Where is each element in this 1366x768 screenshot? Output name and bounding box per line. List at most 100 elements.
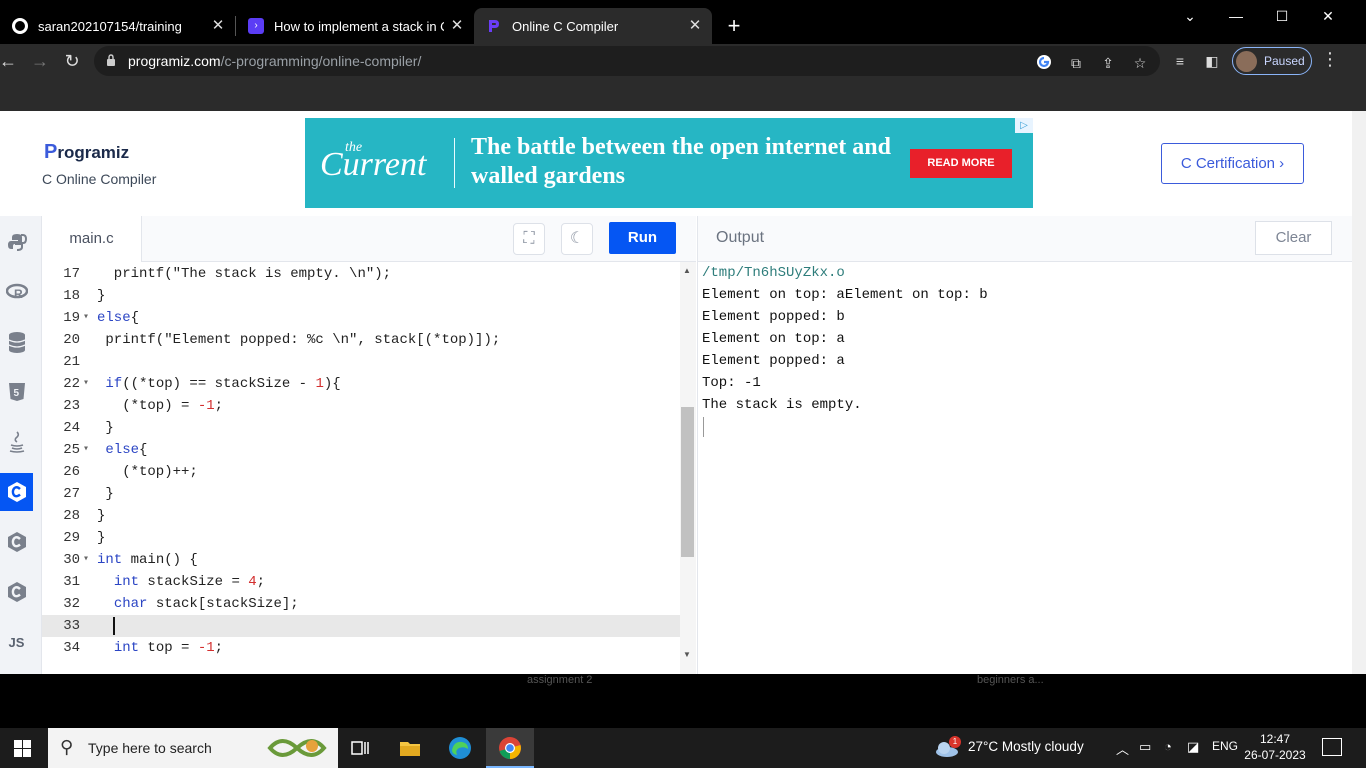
chrome-taskbar-button[interactable] [486,728,534,768]
show-hidden-icons-chevron-icon[interactable]: ︿ [1116,739,1129,758]
side-panel-icon[interactable]: ◧ [1203,52,1221,70]
close-icon[interactable]: ✕ [209,17,227,35]
fold-arrow-icon[interactable]: ▾ [83,373,89,395]
tab-stack-article[interactable]: › How to implement a stack in C u ✕ [236,8,474,44]
maximize-button[interactable]: ☐ [1259,4,1305,28]
file-explorer-icon[interactable] [396,734,424,762]
scroll-up-arrow-icon[interactable]: ▲ [683,266,691,275]
tab-search-chevron-icon[interactable]: ⌄ [1167,4,1213,28]
below-page-area: assignment 2 beginners a... [0,674,1366,728]
js-icon[interactable]: JS [0,623,33,661]
dark-mode-moon-icon[interactable]: ☾ [561,223,593,255]
output-console[interactable]: /tmp/Tn6hSUyZkx.o Element on top: aEleme… [697,262,1352,674]
fold-arrow-icon[interactable]: ▾ [83,307,89,329]
reload-icon[interactable]: ↻ [60,49,84,73]
back-arrow-icon[interactable]: ← [0,49,20,73]
task-view-icon[interactable] [346,734,374,762]
csharp-icon[interactable] [0,573,33,611]
advertisement-banner[interactable]: the Current The battle between the open … [305,118,1033,208]
run-button[interactable]: Run [609,222,676,254]
weather-text[interactable]: 27°C Mostly cloudy [968,739,1084,754]
bookmark-star-icon[interactable]: ☆ [1131,54,1149,72]
c-certification-button[interactable]: C Certification › [1161,143,1304,184]
code-line[interactable]: 34 int top = -1; [42,637,680,659]
share-icon[interactable]: ⇪ [1099,54,1117,72]
wifi-icon[interactable]: ◔ [1164,739,1172,754]
adchoices-icon[interactable]: ▷ [1015,118,1033,133]
address-bar[interactable]: programiz.com/c-programming/online-compi… [94,46,1160,76]
code-line[interactable]: 18} [42,285,680,307]
code-line[interactable]: 22 ▾ if((*top) == stackSize - 1){ [42,373,680,395]
code-line[interactable]: 23 (*top) = -1; [42,395,680,417]
editor-scrollbar-thumb[interactable] [681,407,694,557]
code-line[interactable]: 20 printf("Element popped: %c \n", stack… [42,329,680,351]
code-editor[interactable]: 17 printf("The stack is empty. \n"); 18} 1… [42,262,680,674]
code-line[interactable]: 17 printf("The stack is empty. \n"); [42,263,680,285]
output-line: Element popped: a [702,353,845,369]
code-line[interactable]: 21 [42,351,680,373]
more-menu-icon[interactable]: ⋮ [1320,49,1340,70]
tab-title: saran202107154/training [38,18,182,34]
java-icon[interactable] [0,423,33,461]
line-number: 24 [63,420,80,436]
output-title: Output [716,229,765,246]
avatar [1236,51,1257,72]
code-text: int top = -1; [113,640,224,656]
new-tab-button[interactable]: + [722,14,746,38]
programiz-logo[interactable]: Programiz [44,141,129,164]
code-line[interactable]: 25 ▾ else{ [42,439,680,461]
python-icon[interactable] [0,223,33,261]
code-line[interactable]: 27 } [42,483,680,505]
edge-browser-icon[interactable] [446,734,474,762]
notification-center-icon[interactable] [1322,738,1342,756]
system-clock[interactable]: 12:47 26-07-2023 [1240,731,1310,763]
forward-arrow-icon[interactable]: → [28,49,52,73]
profile-button[interactable]: Paused [1232,47,1312,75]
code-line[interactable]: 26 (*top)++; [42,461,680,483]
page-subtitle: C Online Compiler [42,171,157,187]
code-line[interactable]: 28} [42,505,680,527]
fold-arrow-icon[interactable]: ▾ [83,549,89,571]
input-language[interactable]: ENG [1212,739,1238,753]
code-line[interactable]: 32 char stack[stackSize]; [42,593,680,615]
database-icon[interactable] [0,323,33,361]
code-line[interactable]: 33 [42,615,680,637]
code-line[interactable]: 31 int stackSize = 4; [42,571,680,593]
ghost-text: beginners a... [977,674,1044,686]
page-scrollbar[interactable] [1352,111,1366,674]
taskbar-search-box[interactable]: ⚲ Type here to search [48,728,338,768]
code-line[interactable]: 29} [42,527,680,549]
c-icon[interactable] [0,473,33,511]
file-tab-main-c[interactable]: main.c [42,216,142,263]
battery-icon[interactable]: ▭ [1139,739,1151,755]
translate-icon[interactable]: ⧉ [1067,54,1085,72]
fullscreen-icon[interactable]: ⛶ [513,223,545,255]
close-window-button[interactable]: ✕ [1305,4,1351,28]
editor-header: main.c ⛶ ☾ Run [42,216,696,263]
tab-github[interactable]: saran202107154/training ✕ [0,8,235,44]
code-text: char stack[stackSize]; [113,596,299,612]
code-text: printf("Element popped: %c \n", stack[(*… [97,332,501,348]
close-icon[interactable]: ✕ [686,17,704,35]
code-line[interactable]: 19 ▾ else{ [42,307,680,329]
minimize-button[interactable]: — [1213,4,1259,28]
html5-icon[interactable]: 5 [0,373,33,411]
media-queue-icon[interactable]: ≡ [1171,52,1189,70]
tab-online-c-compiler[interactable]: Online C Compiler ✕ [474,8,712,44]
windows-start-icon[interactable] [14,740,31,757]
weather-alert-badge: 1 [949,736,961,748]
code-line[interactable]: 24 } [42,417,680,439]
search-placeholder: Type here to search [88,740,212,756]
ad-read-more-button[interactable]: READ MORE [910,149,1012,178]
output-line: Top: -1 [702,375,761,391]
volume-icon[interactable]: ◪ [1187,739,1199,755]
fold-arrow-icon[interactable]: ▾ [83,439,89,461]
cpp-icon[interactable] [0,523,33,561]
r-icon[interactable]: R [0,273,33,311]
code-text: } [97,530,106,546]
scroll-down-arrow-icon[interactable]: ▼ [683,650,691,659]
code-line[interactable]: 30 ▾ int main() { [42,549,680,571]
close-icon[interactable]: ✕ [448,17,466,35]
clear-button[interactable]: Clear [1255,221,1332,255]
google-icon[interactable] [1035,54,1053,72]
